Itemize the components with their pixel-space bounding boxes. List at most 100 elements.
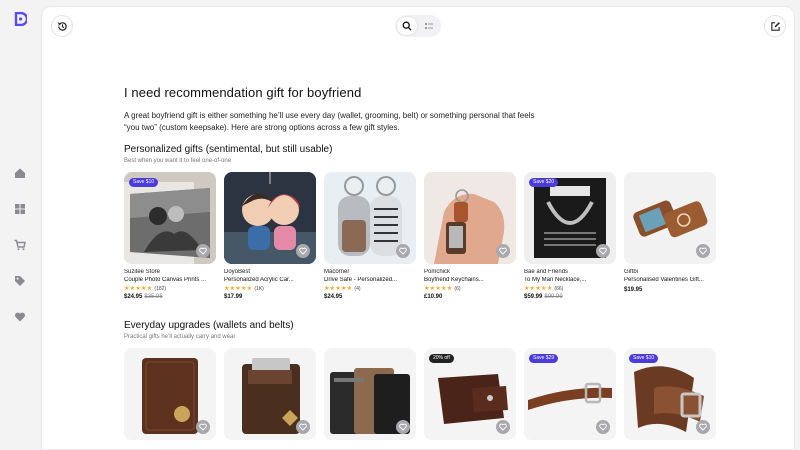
favorite-heart-icon[interactable] (696, 420, 710, 434)
price: £10.90 (424, 294, 516, 300)
product-card[interactable]: 20% off (424, 348, 516, 440)
favorite-heart-icon[interactable] (196, 420, 210, 434)
product-image[interactable] (324, 172, 416, 264)
section-title: Personalized gifts (sentimental, but sti… (124, 144, 333, 155)
favorite-heart-icon[interactable] (596, 244, 610, 258)
store-name: Suzitee Store (124, 269, 161, 275)
price: $24.95 (324, 294, 416, 300)
grid-icon[interactable] (12, 201, 28, 217)
discount-badge: 20% off (429, 354, 454, 363)
favorite-heart-icon[interactable] (296, 244, 310, 258)
favorite-heart-icon[interactable] (196, 244, 210, 258)
rating: ★★★★★ (182) (124, 285, 216, 293)
current-price: $17.99 (224, 294, 243, 300)
product-card[interactable] (224, 348, 316, 440)
product-image[interactable]: 20% off (424, 348, 516, 440)
store-name: DoyoBest (224, 269, 251, 275)
rating: ★★★★★ (66) (524, 285, 616, 293)
price: $59.99 $99.99 (524, 294, 616, 300)
left-rail (0, 0, 40, 450)
section-subtitle: Practical gifts he’ll actually carry and… (124, 334, 236, 340)
product-title[interactable]: Boyfriend Keychains... (424, 277, 516, 283)
current-price: $24.95 (124, 294, 143, 300)
stars-icon: ★★★★★ (224, 286, 253, 292)
price: $24.95 $35.95 (124, 294, 216, 300)
list-icon[interactable] (419, 17, 439, 35)
product-card[interactable]: Save $20 Bae and Friends To My Man Neckl… (524, 172, 616, 300)
product-image[interactable] (224, 172, 316, 264)
product-title[interactable]: To My Man Necklace,... (524, 277, 616, 283)
product-card[interactable]: Save $10 Suzitee Store Couple Photo Canv… (124, 172, 216, 300)
discount-badge: Save $10 (629, 354, 659, 363)
history-icon[interactable] (51, 15, 73, 37)
product-title[interactable]: Couple Photo Canvas Prints ... (124, 277, 216, 283)
favorite-heart-icon[interactable] (496, 244, 510, 258)
product-title[interactable]: Personalized Acrylic Car... (224, 277, 316, 283)
section-title: Everyday upgrades (wallets and belts) (124, 320, 294, 331)
stars-icon: ★★★★★ (524, 286, 553, 292)
section-subtitle: Best when you want it to feel one-of-one (124, 158, 232, 164)
discount-badge: Save $10 (129, 178, 159, 187)
product-image[interactable]: Save $20 (524, 172, 616, 264)
product-image[interactable] (124, 348, 216, 440)
product-title[interactable]: Personalised Valentines Gift... (624, 277, 716, 283)
product-image[interactable] (424, 172, 516, 264)
rating-count: (66) (554, 285, 564, 292)
rating: ★★★★★ (6) (424, 285, 516, 293)
stars-icon: ★★★★★ (424, 286, 453, 292)
discount-badge: Save $20 (529, 178, 559, 187)
product-image[interactable] (324, 348, 416, 440)
home-icon[interactable] (12, 165, 28, 181)
product-card[interactable] (324, 348, 416, 440)
favorite-heart-icon[interactable] (396, 244, 410, 258)
favorite-heart-icon[interactable] (596, 420, 610, 434)
product-card[interactable]: Save $29 (524, 348, 616, 440)
rating: ★★★★★ (1K) (224, 285, 316, 293)
favorite-heart-icon[interactable] (696, 244, 710, 258)
cart-icon[interactable] (12, 237, 28, 253)
tag-icon[interactable] (12, 273, 28, 289)
current-price: £10.90 (424, 294, 443, 300)
heart-icon[interactable] (12, 309, 28, 325)
answer-content: I need recommendation gift for boyfriend… (124, 85, 724, 440)
product-card[interactable] (124, 348, 216, 440)
product-image[interactable] (224, 348, 316, 440)
rating-count: (6) (454, 285, 461, 292)
favorite-heart-icon[interactable] (396, 420, 410, 434)
app-logo-icon[interactable] (13, 12, 27, 26)
query-title: I need recommendation gift for boyfriend (124, 85, 362, 100)
product-card[interactable]: Giftbi Personalised Valentines Gift... $… (624, 172, 716, 300)
search-icon[interactable] (397, 17, 417, 35)
product-row: 20% off Save $29 Save $10 (124, 348, 724, 440)
rating-count: (1K) (254, 285, 264, 292)
product-title[interactable]: Drive Safe - Personalized... (324, 277, 416, 283)
product-image[interactable]: Save $10 (624, 348, 716, 440)
original-price: $35.95 (144, 294, 163, 300)
store-name: Giftbi (624, 269, 639, 275)
favorite-heart-icon[interactable] (496, 420, 510, 434)
view-toggle[interactable] (395, 15, 441, 37)
rating: ★★★★★ (4) (324, 285, 416, 293)
current-price: $19.95 (624, 287, 643, 293)
product-card[interactable]: DoyoBest Personalized Acrylic Car... ★★★… (224, 172, 316, 300)
price: $17.99 (224, 294, 316, 300)
section-personalized: Personalized gifts (sentimental, but sti… (124, 144, 724, 300)
product-image[interactable]: Save $10 (124, 172, 216, 264)
current-price: $24.95 (324, 294, 343, 300)
favorite-heart-icon[interactable] (296, 420, 310, 434)
product-card[interactable]: Pomchick Boyfriend Keychains... ★★★★★ (6)… (424, 172, 516, 300)
store-name: Pomchick (424, 269, 451, 275)
stars-icon: ★★★★★ (124, 286, 153, 292)
rating-count: (4) (354, 285, 361, 292)
product-image[interactable] (624, 172, 716, 264)
section-everyday: Everyday upgrades (wallets and belts) Pr… (124, 320, 724, 440)
rating-count: (182) (154, 285, 167, 292)
compose-icon[interactable] (764, 15, 786, 37)
product-card[interactable]: Macorner Drive Safe - Personalized... ★★… (324, 172, 416, 300)
store-name: Bae and Friends (524, 269, 569, 275)
stars-icon: ★★★★★ (324, 286, 353, 292)
product-card[interactable]: Save $10 (624, 348, 716, 440)
product-image[interactable]: Save $29 (524, 348, 616, 440)
product-row: Save $10 Suzitee Store Couple Photo Canv… (124, 172, 724, 300)
store-name: Macorner (324, 269, 350, 275)
